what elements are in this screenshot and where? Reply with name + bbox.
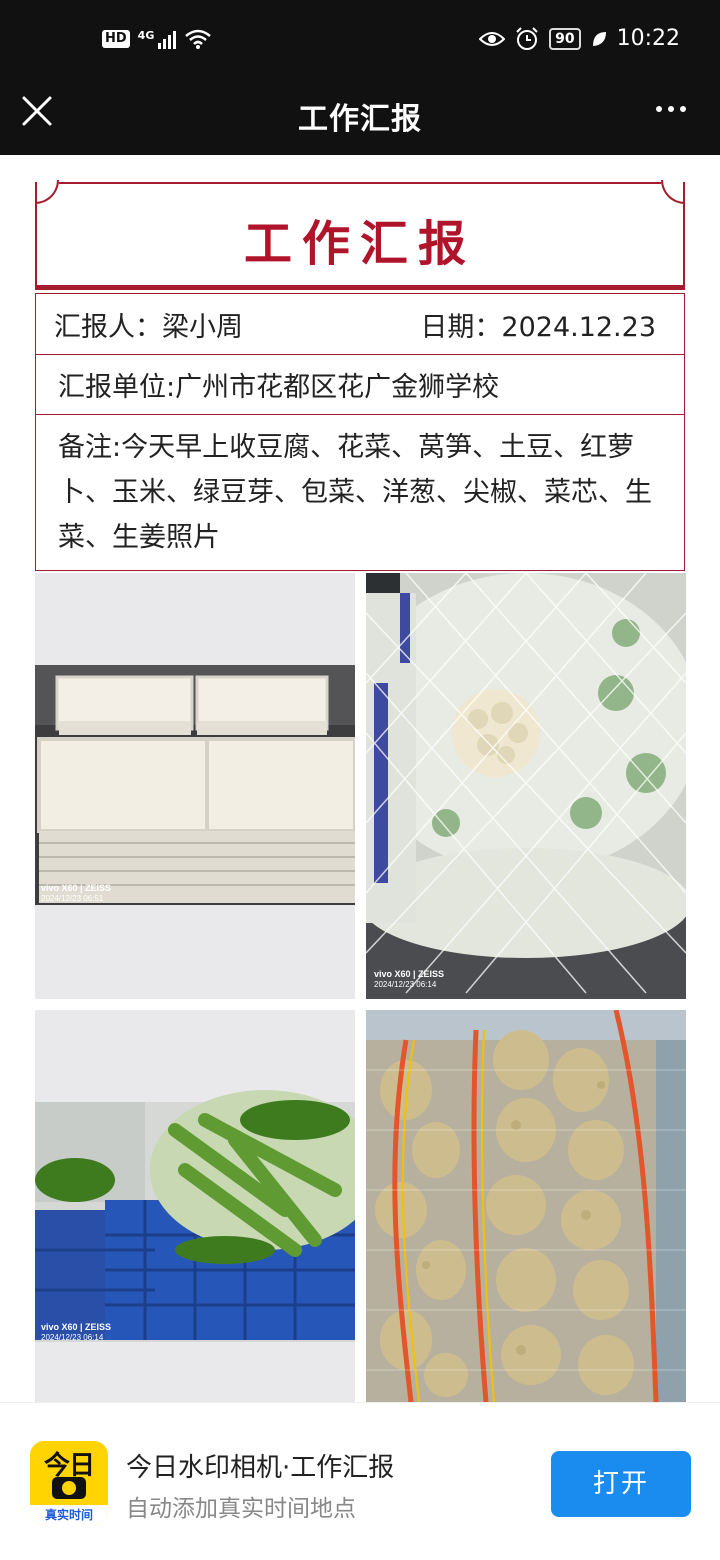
photo-greens[interactable]: vivo X60 | ZEISS 2024/12/23 06:14	[35, 1010, 355, 1402]
status-bar: HD 4G 90 10:22	[0, 0, 720, 80]
cauliflower-image	[366, 573, 686, 999]
nav-bar: 工作汇报	[0, 80, 720, 155]
open-app-button[interactable]: 打开	[551, 1451, 691, 1517]
app-icon-strip: 真实时间	[30, 1505, 108, 1525]
photo-watermark: vivo X60 | ZEISS 2024/12/23 06:14	[41, 1322, 111, 1343]
app-name: 今日水印相机·工作汇报	[126, 1453, 395, 1483]
report-title: 工作汇报	[243, 216, 476, 272]
photo-watermark: vivo X60 | ZEISS 2024/12/23 06:14	[374, 969, 444, 990]
app-icon[interactable]: 今日 真实时间	[30, 1441, 108, 1525]
eye-icon	[479, 31, 506, 46]
hd-badge: HD	[102, 30, 130, 48]
leaf-icon	[592, 31, 606, 46]
photo-potatoes[interactable]	[366, 1010, 686, 1402]
more-icon[interactable]	[656, 106, 686, 112]
status-left: HD 4G	[102, 28, 212, 50]
app-promo-banner[interactable]: 今日 真实时间 今日水印相机·工作汇报 自动添加真实时间地点 打开	[0, 1402, 720, 1560]
watermark-time: 2024/12/23 06:14	[374, 980, 437, 989]
wifi-icon	[185, 29, 212, 49]
report-date: 日期：2024.12.23	[420, 311, 656, 343]
watermark-brand: vivo X60 | ZEISS	[41, 883, 112, 893]
photo-watermark: vivo X60 | ZEISS 2024/12/23 06:51	[41, 883, 111, 904]
note-row: 备注:今天早上收豆腐、花菜、莴笋、土豆、红萝卜、玉米、绿豆芽、包菜、洋葱、尖椒、…	[35, 415, 685, 571]
watermark-brand: vivo X60 | ZEISS	[41, 1322, 112, 1332]
greens-image	[35, 1090, 355, 1342]
photo-tofu[interactable]: vivo X60 | ZEISS 2024/12/23 06:51	[35, 573, 355, 999]
title-corner-left	[35, 180, 59, 204]
status-right: 90 10:22	[479, 26, 680, 51]
potatoes-image	[366, 1010, 686, 1402]
app-subtitle: 自动添加真实时间地点	[126, 1496, 356, 1522]
report-card: 工作汇报 汇报人：梁小周 日期：2024.12.23 汇报单位:广州市花都区花广…	[35, 180, 685, 571]
watermark-time: 2024/12/23 06:51	[41, 894, 104, 903]
report-unit: 汇报单位:广州市花都区花广金狮学校	[58, 372, 500, 403]
unit-row: 汇报单位:广州市花都区花广金狮学校	[35, 355, 685, 415]
clock: 10:22	[616, 26, 680, 51]
network-label: 4G	[137, 29, 155, 42]
report-title-box: 工作汇报	[35, 180, 685, 287]
photo-cauliflower[interactable]: vivo X60 | ZEISS 2024/12/23 06:14	[366, 573, 686, 999]
signal-icon: 4G	[138, 29, 177, 49]
alarm-icon	[516, 26, 538, 50]
title-corner-right	[661, 180, 685, 204]
tofu-image	[35, 665, 355, 905]
battery-icon: 90	[549, 27, 581, 50]
reporter-row: 汇报人：梁小周 日期：2024.12.23	[35, 293, 685, 355]
reporter: 汇报人：梁小周	[54, 311, 243, 343]
watermark-brand: vivo X60 | ZEISS	[374, 969, 445, 979]
watermark-time: 2024/12/23 06:14	[41, 1333, 104, 1342]
nav-title: 工作汇报	[298, 102, 422, 137]
camera-icon	[52, 1477, 86, 1499]
report-note: 备注:今天早上收豆腐、花菜、莴笋、土豆、红萝卜、玉米、绿豆芽、包菜、洋葱、尖椒、…	[58, 432, 652, 553]
